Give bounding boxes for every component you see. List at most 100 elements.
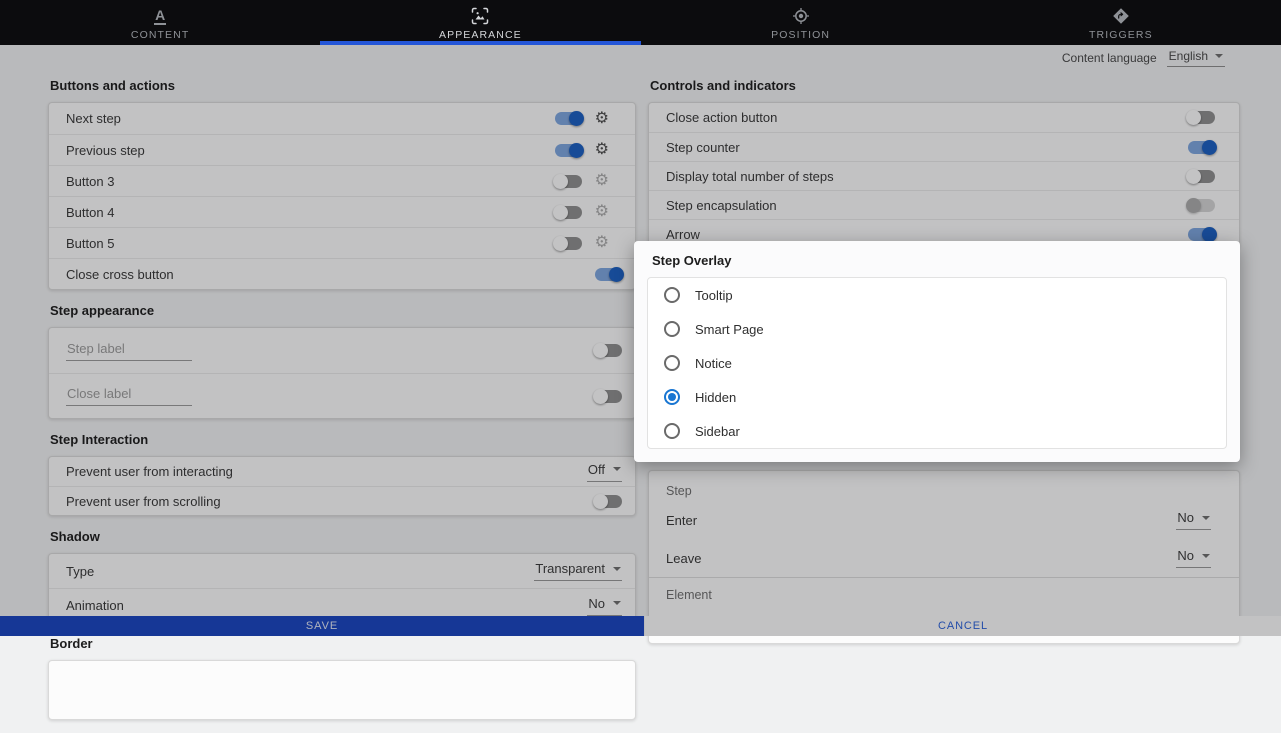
text-format-icon: A	[154, 7, 166, 25]
radio-icon[interactable]	[664, 423, 680, 439]
row-label: Type	[66, 564, 534, 579]
tab-content[interactable]: A CONTENT	[0, 0, 320, 45]
close-action-button-toggle[interactable]	[1188, 111, 1215, 124]
tab-label: APPEARANCE	[439, 29, 522, 41]
tab-label: CONTENT	[131, 29, 189, 41]
prevent-scrolling-toggle[interactable]	[595, 495, 622, 508]
setting-row-button-5: Button 5 ⚙	[49, 227, 635, 258]
option-notice[interactable]: Notice	[648, 346, 1226, 380]
row-label: Button 4	[66, 205, 555, 220]
gear-icon[interactable]: ⚙	[595, 235, 609, 251]
row-label: Animation	[66, 598, 587, 613]
step-enter-row: Enter No	[649, 501, 1239, 539]
step-label-input[interactable]: Step label	[66, 341, 192, 361]
close-label-row: Close label	[49, 373, 635, 418]
tab-position[interactable]: POSITION	[641, 0, 961, 45]
option-label: Notice	[695, 356, 732, 371]
option-hidden[interactable]: Hidden	[648, 380, 1226, 414]
image-frame-icon	[471, 7, 489, 25]
radio-icon[interactable]	[664, 321, 680, 337]
close-cross-button-toggle[interactable]	[595, 268, 622, 281]
border-row	[49, 661, 635, 695]
arrow-toggle[interactable]	[1188, 228, 1215, 241]
chevron-down-icon	[613, 467, 621, 471]
row-label: Prevent user from scrolling	[66, 494, 595, 509]
step-overlay-panel: Step Overlay Tooltip Smart Page Notice H…	[634, 241, 1240, 462]
tab-label: POSITION	[771, 29, 830, 41]
active-tab-indicator	[320, 41, 640, 45]
button-3-toggle[interactable]	[555, 175, 582, 188]
setting-row-previous-step: Previous step ⚙	[49, 134, 635, 165]
step-encapsulation-toggle[interactable]	[1188, 199, 1215, 212]
tab-triggers[interactable]: TRIGGERS	[961, 0, 1281, 45]
previous-step-toggle[interactable]	[555, 144, 582, 157]
animation-section: Animation Step Enter No Leave No Element…	[648, 446, 1240, 644]
cancel-button[interactable]: CANCEL	[645, 616, 1281, 636]
option-label: Smart Page	[695, 322, 764, 337]
close-label-input[interactable]: Close label	[66, 386, 192, 406]
animation-group-step-label: Step	[649, 471, 1239, 501]
next-step-toggle[interactable]	[555, 112, 582, 125]
gear-icon[interactable]: ⚙	[595, 111, 609, 127]
shadow-animation-dropdown[interactable]: No	[587, 596, 622, 616]
shadow-card: Type Transparent Animation No	[48, 553, 636, 623]
shadow-type-row: Type Transparent	[49, 554, 635, 588]
step-appearance-card: Step label Close label	[48, 327, 636, 419]
setting-row-button-4: Button 4 ⚙	[49, 196, 635, 227]
setting-row-next-step: Next step ⚙	[49, 103, 635, 134]
row-label: Button 5	[66, 236, 555, 251]
row-label: Enter	[666, 513, 1176, 528]
chevron-down-icon	[613, 567, 621, 571]
button-4-toggle[interactable]	[555, 206, 582, 219]
display-total-steps-row: Display total number of steps	[649, 161, 1239, 190]
setting-row-close-cross-button: Close cross button	[49, 258, 635, 289]
option-label: Tooltip	[695, 288, 733, 303]
gear-icon[interactable]: ⚙	[595, 173, 609, 189]
row-label: Close cross button	[66, 267, 595, 282]
radio-icon[interactable]	[664, 355, 680, 371]
radio-icon[interactable]	[664, 389, 680, 405]
step-label-toggle[interactable]	[595, 344, 622, 357]
section-title: Shadow	[50, 529, 636, 544]
prevent-interacting-row: Prevent user from interacting Off	[49, 457, 635, 486]
row-label: Button 3	[66, 174, 555, 189]
panel-title: Step Overlay	[652, 253, 1227, 268]
step-counter-toggle[interactable]	[1188, 141, 1215, 154]
row-label: Display total number of steps	[666, 169, 1188, 184]
chevron-down-icon	[1202, 554, 1210, 558]
section-title: Border	[50, 636, 636, 651]
shadow-type-dropdown[interactable]: Transparent	[534, 561, 622, 581]
step-enter-dropdown[interactable]: No	[1176, 510, 1211, 530]
section-title: Buttons and actions	[50, 78, 636, 93]
display-total-steps-toggle[interactable]	[1188, 170, 1215, 183]
position-target-icon	[792, 7, 810, 25]
option-label: Hidden	[695, 390, 736, 405]
step-leave-row: Leave No	[649, 539, 1239, 577]
radio-icon[interactable]	[664, 287, 680, 303]
tab-appearance[interactable]: APPEARANCE	[320, 0, 640, 45]
content-language-select[interactable]: English	[1167, 49, 1225, 67]
step-leave-dropdown[interactable]: No	[1176, 548, 1211, 568]
border-card	[48, 660, 636, 720]
step-appearance-section: Step appearance Step label Close label	[48, 303, 636, 419]
buttons-and-actions-card: Next step ⚙ Previous step ⚙ Button 3 ⚙ B…	[48, 102, 636, 290]
section-title: Step appearance	[50, 303, 636, 318]
chevron-down-icon	[1215, 54, 1223, 58]
row-label: Close action button	[666, 110, 1188, 125]
gear-icon[interactable]: ⚙	[595, 204, 609, 220]
shadow-section: Shadow Type Transparent Animation No	[48, 529, 636, 623]
option-tooltip[interactable]: Tooltip	[648, 278, 1226, 312]
content-language-value: English	[1169, 49, 1208, 63]
step-counter-row: Step counter	[649, 132, 1239, 161]
row-label: Next step	[66, 111, 555, 126]
close-label-toggle[interactable]	[595, 390, 622, 403]
buttons-and-actions-section: Buttons and actions Next step ⚙ Previous…	[48, 78, 636, 290]
prevent-interacting-dropdown[interactable]: Off	[587, 462, 622, 482]
option-sidebar[interactable]: Sidebar	[648, 414, 1226, 448]
row-label: Prevent user from interacting	[66, 464, 587, 479]
save-button[interactable]: SAVE	[0, 616, 644, 636]
gear-icon[interactable]: ⚙	[595, 142, 609, 158]
button-5-toggle[interactable]	[555, 237, 582, 250]
step-interaction-section: Step Interaction Prevent user from inter…	[48, 432, 636, 516]
option-smart-page[interactable]: Smart Page	[648, 312, 1226, 346]
